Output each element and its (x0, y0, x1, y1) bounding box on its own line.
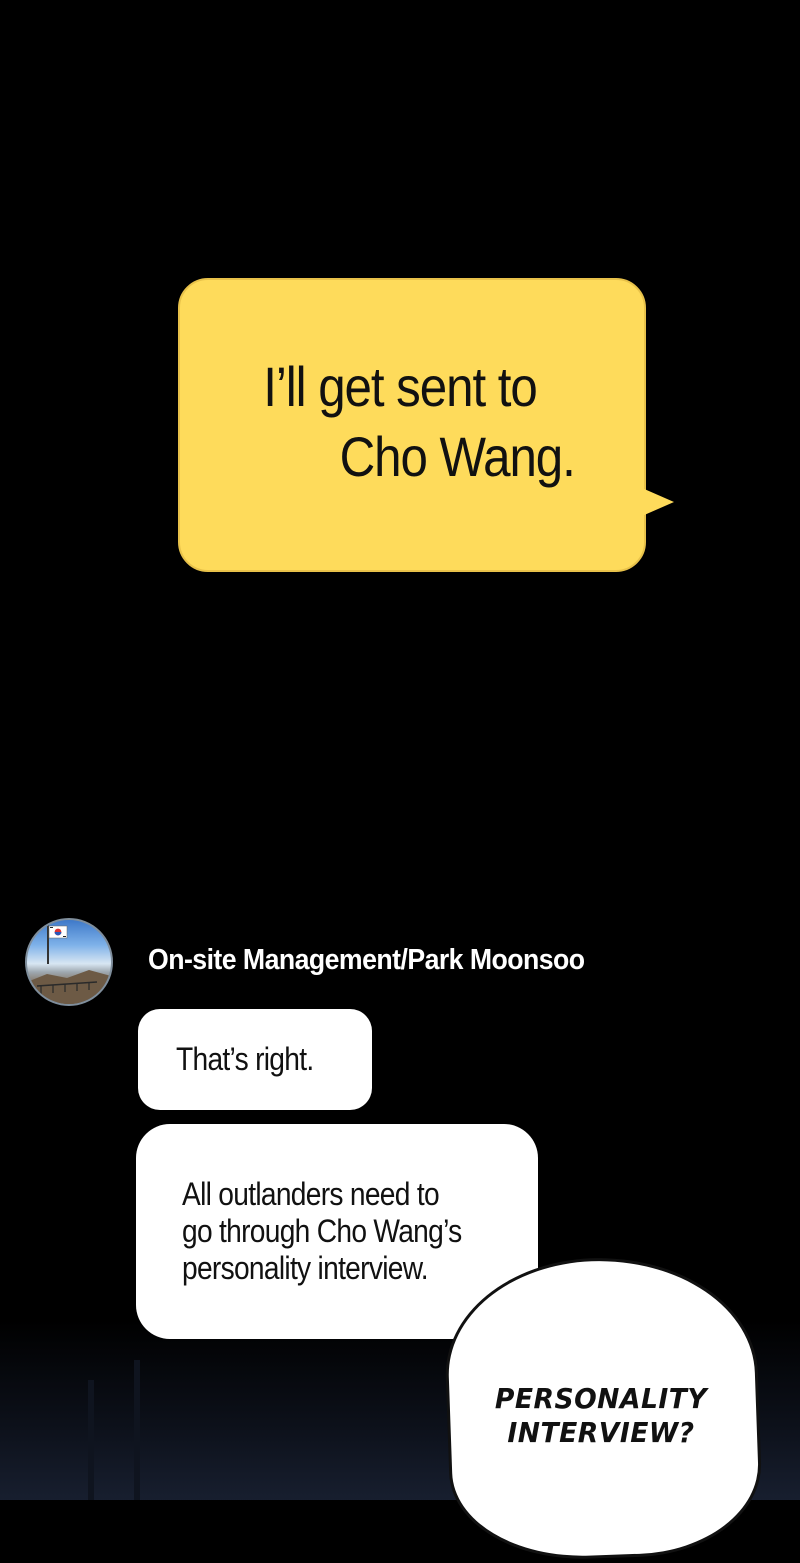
incoming-message-line: All outlanders need to (182, 1176, 440, 1212)
contact-name: On-site Management/Park Moonsoo (148, 944, 585, 976)
outgoing-message-text: I’ll get sent to Cho Wang. (48, 352, 752, 492)
incoming-message-line: go through Cho Wang’s (182, 1213, 462, 1249)
incoming-message-line: personality interview. (182, 1250, 429, 1286)
speech-balloon-line: INTERVIEW? (507, 1416, 695, 1449)
incoming-message-text: All outlanders need to go through Cho Wa… (182, 1176, 462, 1287)
outgoing-message-line: Cho Wang. (339, 425, 576, 488)
speech-balloon-line: PERSONALITY (494, 1382, 708, 1415)
incoming-message-text: That’s right. (176, 1041, 314, 1077)
flag-on-mountain-icon (27, 924, 111, 1004)
incoming-message-bubble: That’s right. (138, 1009, 372, 1110)
outgoing-bubble-tail (642, 488, 674, 516)
speech-balloon-text: PERSONALITY INTERVIEW? (477, 1382, 726, 1450)
background-post (134, 1360, 140, 1500)
outgoing-message-line: I’ll get sent to (263, 355, 538, 418)
background-post (88, 1380, 94, 1500)
contact-avatar[interactable] (25, 918, 113, 1006)
